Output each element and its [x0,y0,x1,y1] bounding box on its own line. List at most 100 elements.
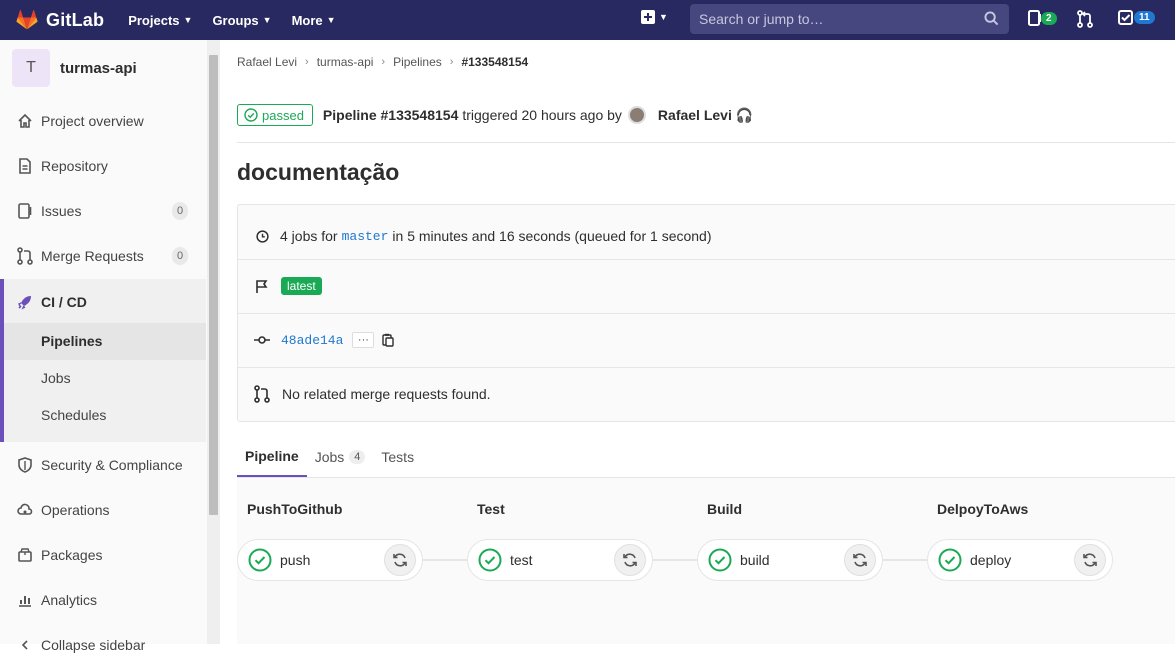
nav-more[interactable]: More ▼ [292,13,336,28]
sidebar-item-project-overview[interactable]: Project overview [0,98,206,143]
todos-shortcut[interactable]: 11 [1118,10,1155,25]
sidebar-item-repository[interactable]: Repository [0,143,206,188]
retry-icon [393,553,407,567]
tab-pipeline[interactable]: Pipeline [237,436,307,477]
project-header[interactable]: T turmas-api [12,49,137,87]
sidebar-item-security[interactable]: Security & Compliance [0,442,206,487]
expand-commit-button[interactable]: ··· [352,332,375,348]
latest-badge: latest [281,277,322,295]
sidebar-item-analytics[interactable]: Analytics [0,577,206,622]
merge-requests-shortcut[interactable] [1077,10,1093,28]
pipeline-id: Pipeline #133548154 [322,107,459,123]
stage-title-test: Test [477,501,505,517]
clipboard-icon [382,333,395,347]
chevron-right-icon: › [305,56,309,68]
issues-icon [17,202,33,219]
status-badge[interactable]: passed [237,104,313,126]
chevron-down-icon: ▼ [262,15,272,25]
breadcrumb-user[interactable]: Rafael Levi [237,55,297,69]
top-navbar: GitLab Projects ▼ Groups ▼ More ▼ ▼ Search … [0,0,1175,40]
retry-button[interactable] [384,544,416,576]
retry-icon [1083,553,1097,567]
cloud-gear-icon [17,502,33,518]
job-build[interactable]: build [697,539,883,581]
tab-label: Tests [381,448,415,465]
avatar[interactable] [627,106,646,124]
plus-square-icon [641,10,655,24]
merge-request-icon [1077,10,1093,28]
issues-count-badge: 2 [1041,11,1057,25]
nav-projects[interactable]: Projects ▼ [128,13,192,28]
sidebar-item-merge-requests[interactable]: Merge Requests 0 [0,233,206,278]
stage-connector [423,559,467,561]
tab-jobs[interactable]: Jobs 4 [307,436,374,477]
search-input[interactable]: Search or jump to… [690,4,1009,34]
job-push[interactable]: push [237,539,423,581]
branch-link[interactable]: master [342,229,389,244]
pipeline-tabs: Pipeline Jobs 4 Tests [237,436,422,478]
sidebar-subitem-jobs[interactable]: Jobs [41,370,71,386]
new-dropdown-button[interactable]: ▼ [641,10,668,24]
stage-title-deploy: DelpoyToAws [937,501,1029,517]
sidebar-subitem-schedules[interactable]: Schedules [41,407,106,423]
stage-connector [653,559,697,561]
breadcrumb-project[interactable]: turmas-api [317,55,374,69]
stage-title-pushtogithub: PushToGithub [247,501,343,517]
copy-sha-button[interactable] [382,333,395,347]
gitlab-logo[interactable]: GitLab [16,0,104,40]
header-divider [237,142,1175,143]
sidebar-item-issues[interactable]: Issues 0 [0,188,206,233]
nav-groups[interactable]: Groups ▼ [212,13,271,28]
trigger-user[interactable]: Rafael Levi [658,107,732,123]
nav-groups-label: Groups [212,12,259,28]
pipeline-header: passed Pipeline #133548154 triggered 20 … [237,104,753,126]
sidebar-subitem-pipelines[interactable]: Pipelines [41,333,102,349]
shield-icon [17,456,33,473]
search-placeholder: Search or jump to… [699,11,824,27]
sidebar-item-label: Repository [41,157,108,174]
tab-label: Pipeline [245,447,299,464]
page-title: documentação [237,159,400,185]
merge-request-icon [254,385,270,403]
breadcrumb-pipelines[interactable]: Pipelines [393,55,442,69]
sidebar-scrollbar-thumb[interactable] [209,55,218,515]
retry-button[interactable] [614,544,646,576]
sidebar-item-label: Collapse sidebar [41,636,146,653]
tab-tests[interactable]: Tests [373,436,422,477]
retry-button[interactable] [844,544,876,576]
job-test[interactable]: test [467,539,653,581]
breadcrumb: Rafael Levi › turmas-api › Pipelines › #… [237,55,528,69]
sidebar-item-cicd[interactable]: CI / CD [0,279,206,324]
sidebar-item-packages[interactable]: Packages [0,532,206,577]
sidebar-item-label: CI / CD [41,293,87,310]
chevron-down-icon: ▼ [659,12,668,22]
user-status-emoji: 🎧 [735,106,754,123]
sidebar-active-highlight [4,323,206,360]
retry-button[interactable] [1074,544,1106,576]
jobs-count-badge: 4 [349,449,366,464]
sidebar-item-label: Packages [41,546,103,563]
commit-icon [254,335,270,345]
commit-sha-link[interactable]: 48ade14a [281,333,343,348]
status-success-icon [478,548,502,572]
nav-more-label: More [291,12,323,28]
chart-icon [17,592,33,608]
job-deploy[interactable]: deploy [927,539,1113,581]
tags-row: latest [238,263,1175,309]
chevron-down-icon: ▼ [183,15,193,25]
info-divider [238,313,1175,314]
breadcrumb-current[interactable]: #133548154 [461,55,528,69]
issues-count: 0 [172,201,188,220]
status-success-icon [708,548,732,572]
jobs-summary-row: 4 jobs for master in 5 minutes and 16 se… [238,213,1175,259]
retry-icon [623,553,637,567]
collapse-sidebar-button[interactable]: Collapse sidebar [0,622,206,667]
merge-request-icon [17,246,33,265]
sidebar-item-operations[interactable]: Operations [0,487,206,532]
nav-projects-label: Projects [128,12,180,28]
brand-name: GitLab [46,9,105,30]
commit-row: 48ade14a ··· [238,317,1175,363]
issues-shortcut[interactable]: 2 [1028,10,1057,26]
todo-check-icon [1118,10,1133,25]
jobs-duration: in 5 minutes and 16 seconds (queued for … [392,228,712,244]
